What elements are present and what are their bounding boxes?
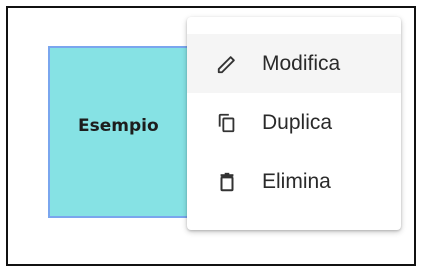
menu-item-elimina[interactable]: Elimina [187, 152, 401, 211]
menu-item-label: Elimina [262, 169, 331, 193]
copy-icon [216, 112, 238, 134]
pencil-icon [216, 53, 238, 75]
menu-item-duplica[interactable]: Duplica [187, 93, 401, 152]
menu-item-label: Duplica [262, 110, 333, 134]
context-menu: Modifica Duplica Elimina [187, 17, 401, 230]
trash-icon [216, 171, 238, 193]
card-label: Esempio [78, 116, 159, 136]
menu-item-modifica[interactable]: Modifica [187, 34, 401, 93]
menu-item-label: Modifica [262, 51, 341, 75]
